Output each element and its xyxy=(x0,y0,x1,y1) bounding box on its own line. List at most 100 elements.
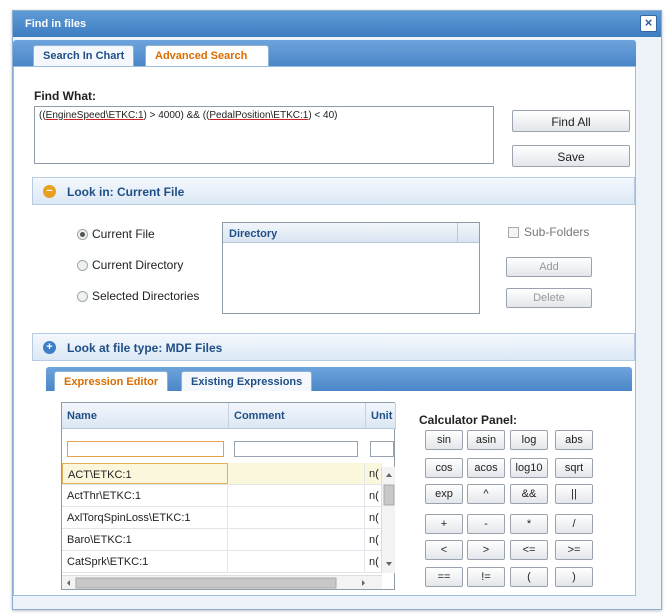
row-comment xyxy=(228,485,365,506)
radio-current-directory[interactable] xyxy=(77,260,88,271)
add-directory-button[interactable]: Add xyxy=(506,257,592,277)
row-unit: n( xyxy=(369,468,379,480)
table-row[interactable]: AxlTorqSpinLoss\ETKC:1 n( xyxy=(62,507,382,529)
find-what-input[interactable]: ((EngineSpeed\ETKC:1) > 4000) && ((Pedal… xyxy=(34,106,494,164)
file-type-title: Look at file type: MDF Files xyxy=(67,341,223,355)
dialog-title: Find in files xyxy=(25,18,87,30)
radio-selected-directories-label: Selected Directories xyxy=(92,289,200,303)
find-what-label: Find What: xyxy=(34,89,96,103)
calculator-function-key[interactable]: && xyxy=(510,484,548,504)
calculator-function-key[interactable]: sin xyxy=(425,430,463,450)
calculator-operator-key[interactable]: + xyxy=(425,514,463,534)
scroll-down-icon xyxy=(386,562,392,566)
calculator-function-key[interactable]: exp xyxy=(425,484,463,504)
radio-current-file[interactable] xyxy=(77,229,88,240)
channel-grid: Name Comment Unit ACT\ETKC:1 n( ActThr\E… xyxy=(61,402,396,590)
column-header-unit[interactable]: Unit xyxy=(366,403,396,429)
tab-existing-expressions[interactable]: Existing Expressions xyxy=(181,371,313,391)
table-row[interactable]: ACT\ETKC:1 n( xyxy=(62,463,382,485)
radio-current-file-label: Current File xyxy=(92,227,155,241)
save-button[interactable]: Save xyxy=(512,145,630,167)
row-name: AxlTorqSpinLoss\ETKC:1 xyxy=(62,507,228,528)
calculator-operator-key[interactable]: ) xyxy=(555,567,593,587)
vertical-scrollbar[interactable] xyxy=(381,467,395,573)
directory-list[interactable]: Directory xyxy=(222,222,480,314)
table-row[interactable]: CatSprk\ETKC:1 n( xyxy=(62,551,382,573)
expr-term-engine-speed: EngineSpeed\ETKC:1 xyxy=(45,110,144,121)
row-comment xyxy=(228,551,365,572)
subfolders-label: Sub-Folders xyxy=(524,225,590,239)
radio-selected-directories[interactable] xyxy=(77,291,88,302)
scroll-up-icon xyxy=(386,473,392,477)
calculator-function-key[interactable]: ^ xyxy=(467,484,505,504)
row-comment xyxy=(228,463,365,484)
file-type-section-header[interactable]: + Look at file type: MDF Files xyxy=(32,333,635,361)
row-comment xyxy=(228,529,365,550)
calculator-function-key[interactable]: acos xyxy=(467,458,505,478)
calculator-function-key[interactable]: log xyxy=(510,430,548,450)
calculator-operator-key[interactable]: ( xyxy=(510,567,548,587)
row-unit: n( xyxy=(369,512,379,524)
column-header-name[interactable]: Name xyxy=(62,403,229,429)
calculator-operator-key[interactable]: >= xyxy=(555,540,593,560)
directory-header-corner xyxy=(457,223,479,242)
tab-search-in-chart[interactable]: Search In Chart xyxy=(33,45,135,66)
look-in-title: Look in: Current File xyxy=(67,185,185,199)
calculator-function-key[interactable]: sqrt xyxy=(555,458,593,478)
look-in-section-header[interactable]: − Look in: Current File xyxy=(32,177,635,205)
scroll-left-icon xyxy=(67,580,70,586)
calculator-title: Calculator Panel: xyxy=(419,413,518,427)
directory-header-label: Directory xyxy=(229,228,278,240)
table-row[interactable]: Baro\ETKC:1 n( xyxy=(62,529,382,551)
expr-mid: ) > 4000) && (( xyxy=(143,110,210,121)
comment-filter-input[interactable] xyxy=(234,441,358,457)
vertical-scroll-thumb xyxy=(383,484,395,506)
delete-directory-button[interactable]: Delete xyxy=(506,288,592,308)
row-unit: n( xyxy=(369,556,379,568)
collapse-icon: − xyxy=(43,185,56,198)
unit-filter-input[interactable] xyxy=(370,441,394,457)
name-filter-input[interactable] xyxy=(67,441,224,457)
calculator-operator-key[interactable]: > xyxy=(467,540,505,560)
row-unit: n( xyxy=(369,534,379,546)
tab-advanced-search[interactable]: Advanced Search xyxy=(145,45,269,66)
tab-expression-editor[interactable]: Expression Editor xyxy=(54,371,169,391)
dialog-title-bar[interactable]: Find in files xyxy=(13,11,661,37)
calculator-function-key[interactable]: cos xyxy=(425,458,463,478)
vertical-scrollbar-graphic xyxy=(383,473,395,566)
find-all-button[interactable]: Find All xyxy=(512,110,630,132)
directory-column-header: Directory xyxy=(223,223,479,243)
row-name: ACT\ETKC:1 xyxy=(62,463,228,484)
horizontal-scroll-thumb xyxy=(75,577,337,589)
row-comment xyxy=(228,507,365,528)
expression-tab-bar: Expression Editor Existing Expressions xyxy=(46,367,632,391)
subfolders-checkbox[interactable] xyxy=(508,227,519,238)
close-icon[interactable]: × xyxy=(640,15,657,32)
column-header-comment[interactable]: Comment xyxy=(229,403,366,429)
calculator-operator-key[interactable]: / xyxy=(555,514,593,534)
scroll-right-icon xyxy=(362,580,365,586)
expr-open: (( xyxy=(39,110,46,121)
expr-close: ) < 40) xyxy=(308,110,338,121)
calculator-operator-key[interactable]: * xyxy=(510,514,548,534)
calculator-function-key[interactable]: abs xyxy=(555,430,593,450)
horizontal-scrollbar[interactable] xyxy=(62,575,382,589)
expr-term-pedal-position: PedalPosition\ETKC:1 xyxy=(209,110,309,121)
calculator-operator-key[interactable]: - xyxy=(467,514,505,534)
calculator-operator-key[interactable]: < xyxy=(425,540,463,560)
calculator-function-key[interactable]: || xyxy=(555,484,593,504)
row-unit: n( xyxy=(369,490,379,502)
row-name: ActThr\ETKC:1 xyxy=(62,485,228,506)
expand-icon: + xyxy=(43,341,56,354)
calculator-function-key[interactable]: asin xyxy=(467,430,505,450)
calculator-operator-key[interactable]: <= xyxy=(510,540,548,560)
calculator-operator-key[interactable]: != xyxy=(467,567,505,587)
row-name: CatSprk\ETKC:1 xyxy=(62,551,228,572)
search-tab-bar: Search In Chart Advanced Search xyxy=(13,40,636,66)
row-name: Baro\ETKC:1 xyxy=(62,529,228,550)
horizontal-scrollbar-graphic xyxy=(67,577,365,589)
radio-current-directory-label: Current Directory xyxy=(92,258,184,272)
table-row[interactable]: ActThr\ETKC:1 n( xyxy=(62,485,382,507)
calculator-operator-key[interactable]: == xyxy=(425,567,463,587)
calculator-function-key[interactable]: log10 xyxy=(510,458,548,478)
